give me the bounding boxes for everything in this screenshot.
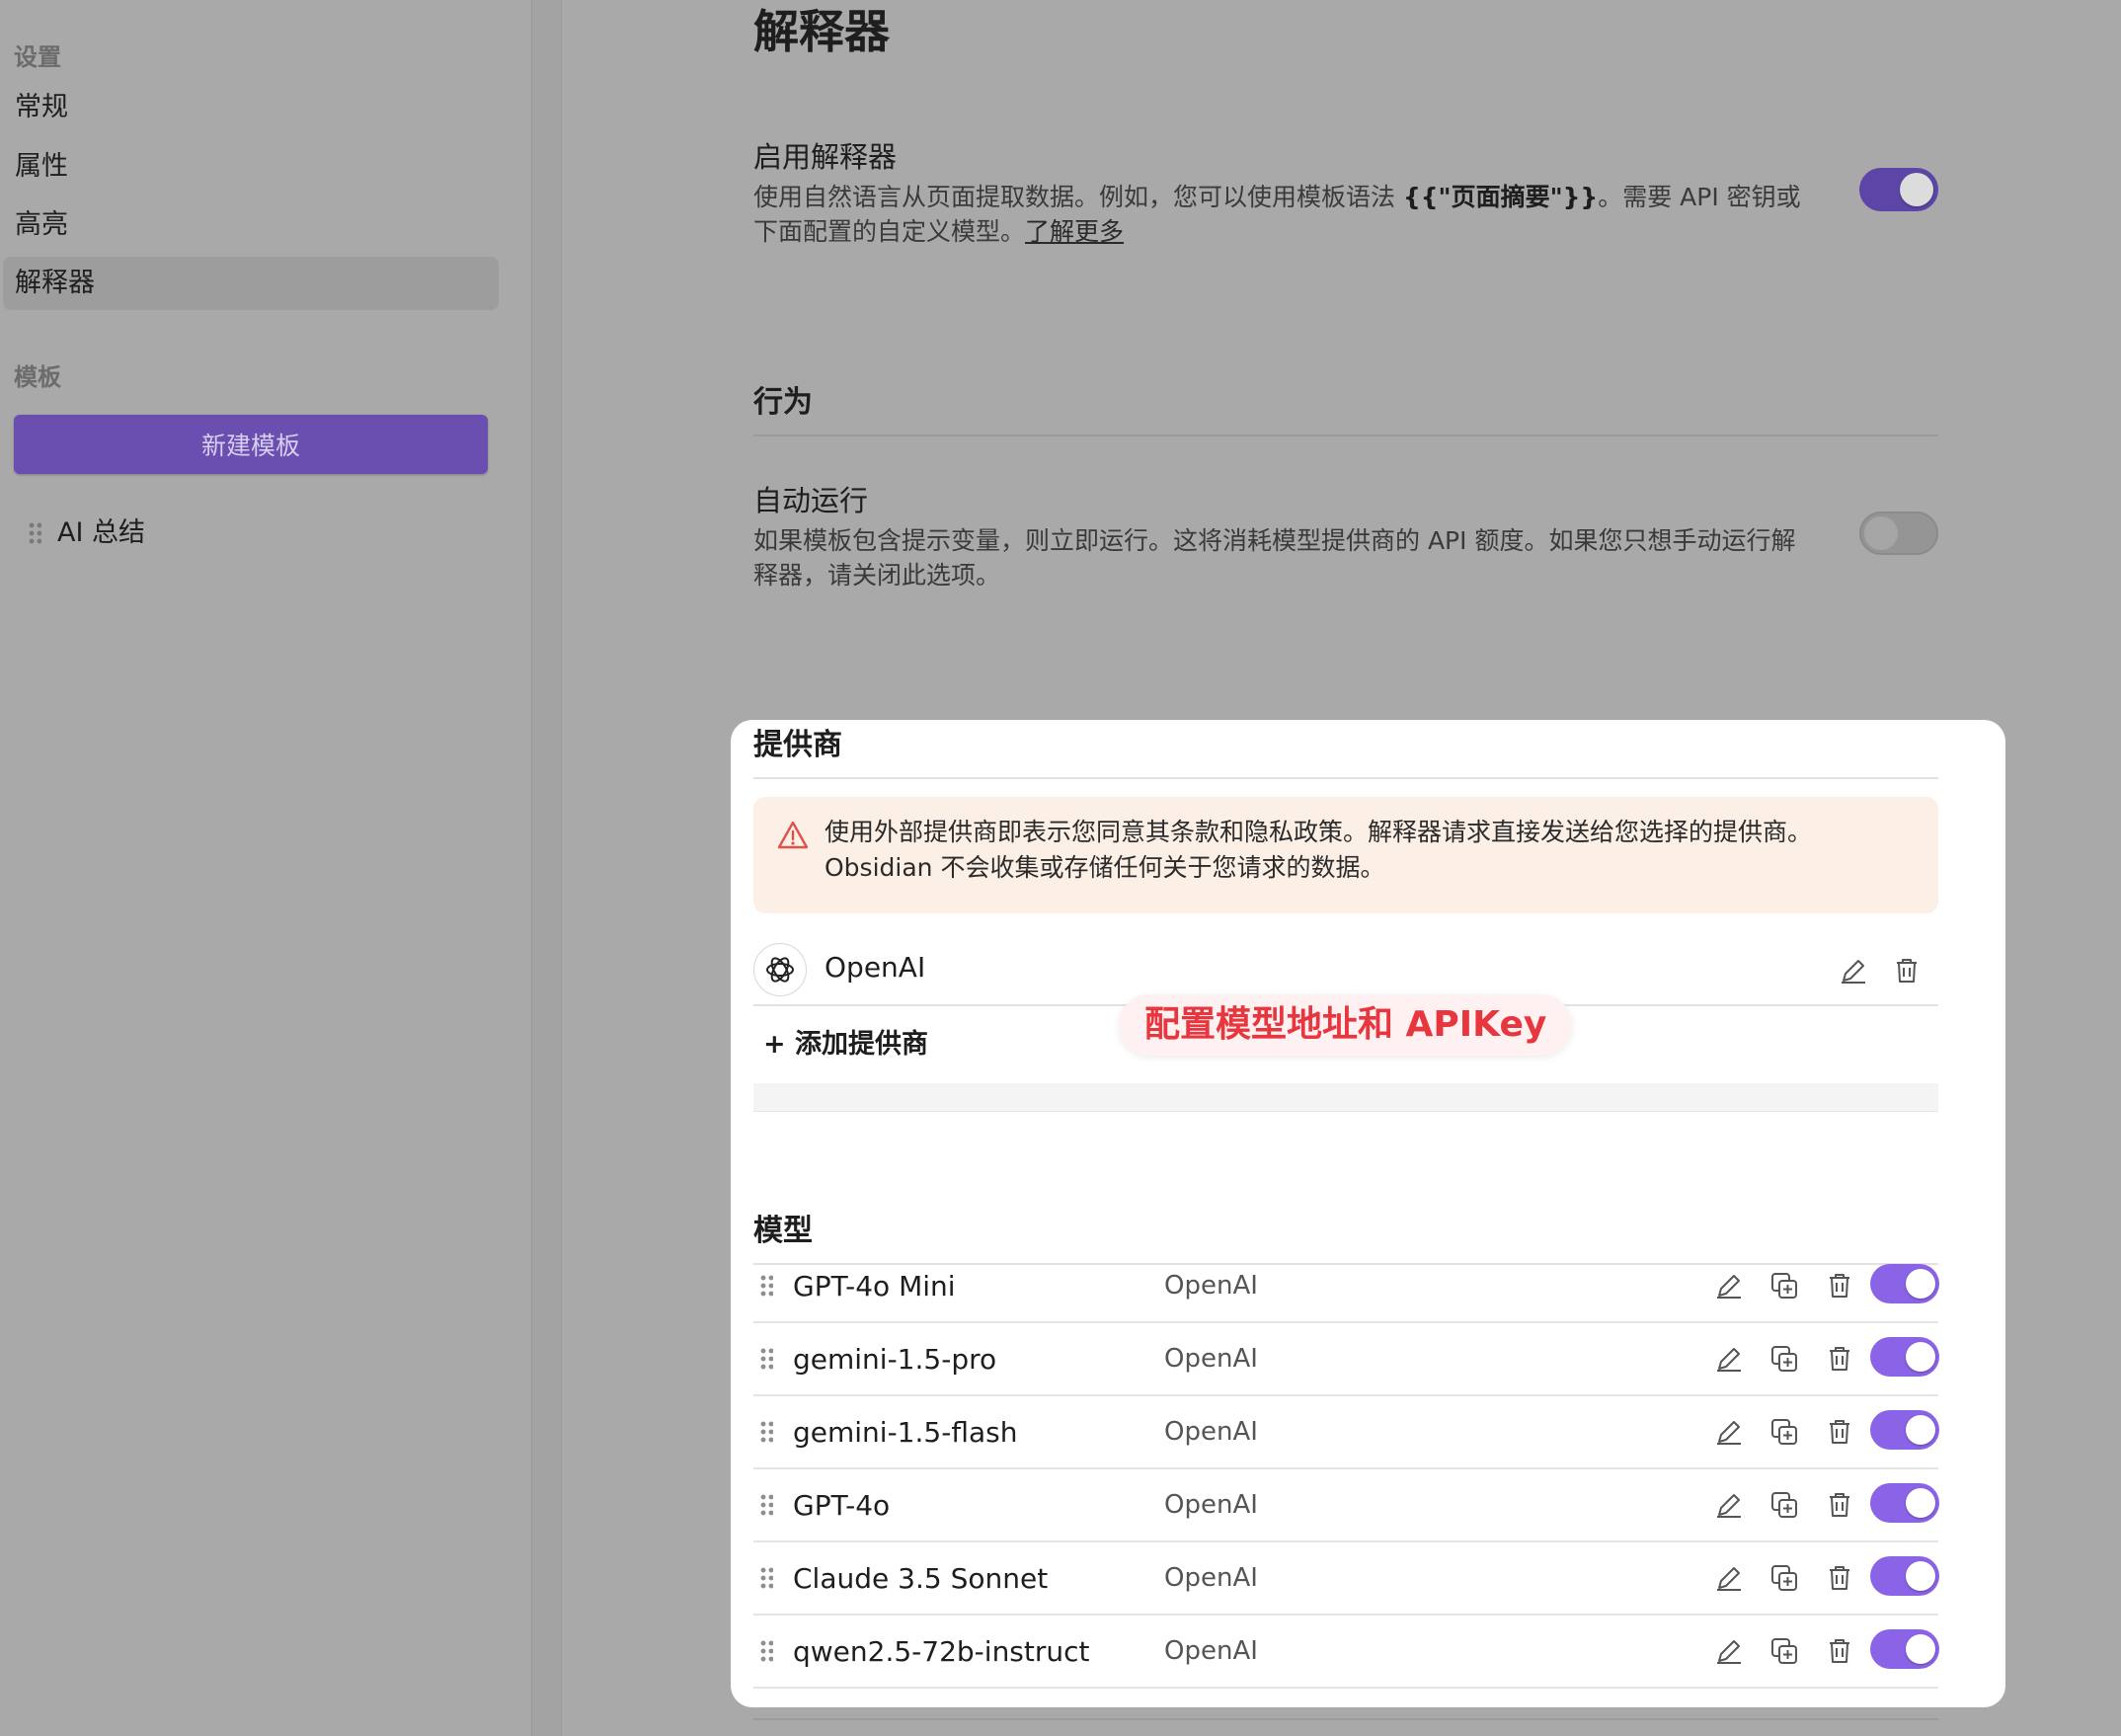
edit-pencil-icon[interactable] <box>1711 1341 1747 1377</box>
sidebar-divider[interactable] <box>531 0 562 1736</box>
trash-icon[interactable] <box>1822 1560 1857 1596</box>
enable-interpreter-toggle[interactable] <box>1859 168 1938 211</box>
warning-text: 使用外部提供商即表示您同意其条款和隐私政策。解释器请求直接发送给您选择的提供商。… <box>825 818 1813 882</box>
duplicate-icon[interactable] <box>1767 1487 1802 1523</box>
learn-more-link[interactable]: 了解更多 <box>1025 217 1124 246</box>
templates-heading: 模板 <box>14 363 61 391</box>
trash-icon[interactable] <box>1822 1268 1857 1303</box>
trash-icon[interactable] <box>1822 1341 1857 1377</box>
model-name: qwen2.5-72b-instruct <box>793 1635 1090 1668</box>
drag-handle-icon[interactable] <box>759 1274 773 1298</box>
duplicate-icon[interactable] <box>1767 1414 1802 1450</box>
auto-run-label: 自动运行 <box>753 484 869 517</box>
model-name: GPT-4o <box>793 1489 891 1522</box>
auto-run-description: 如果模板包含提示变量，则立即运行。这将消耗模型提供商的 API 额度。如果您只想… <box>753 526 1796 590</box>
providers-models-panel: 提供商 使用外部提供商即表示您同意其条款和隐私政策。解释器请求直接发送给您选择的… <box>731 720 2005 1707</box>
page-title: 解释器 <box>753 5 890 58</box>
trash-icon[interactable] <box>1889 953 1925 988</box>
desc-code: {{"页面摘要"}} <box>1402 183 1599 211</box>
duplicate-icon[interactable] <box>1767 1268 1802 1303</box>
model-enabled-toggle[interactable] <box>1870 1556 1939 1596</box>
providers-section-title: 提供商 <box>753 728 842 762</box>
sidebar-item-interpreter[interactable]: 解释器 <box>3 257 499 310</box>
drag-handle-icon[interactable] <box>759 1639 773 1663</box>
model-enabled-toggle[interactable] <box>1870 1337 1939 1377</box>
settings-sidebar: 设置 常规 属性 高亮 解释器 模板 新建模板 AI 总结 <box>0 0 531 1736</box>
toggle-knob <box>1906 1269 1935 1299</box>
model-name: gemini-1.5-flash <box>793 1416 1018 1449</box>
trash-icon[interactable] <box>1822 1633 1857 1669</box>
duplicate-icon[interactable] <box>1767 1560 1802 1596</box>
template-item[interactable]: AI 总结 <box>28 512 145 555</box>
model-name: gemini-1.5-pro <box>793 1343 997 1376</box>
toggle-knob <box>1864 516 1898 550</box>
behavior-section-title: 行为 <box>753 385 813 420</box>
drag-handle-icon[interactable] <box>759 1347 773 1371</box>
openai-logo-icon <box>753 943 807 996</box>
drag-handle-icon[interactable] <box>28 521 41 545</box>
settings-heading: 设置 <box>14 43 61 71</box>
toggle-knob <box>1906 1415 1935 1445</box>
provider-name: OpenAI <box>825 951 926 984</box>
model-row[interactable]: GPT-4o Mini OpenAI <box>753 1250 1939 1323</box>
edit-pencil-icon[interactable] <box>1711 1560 1747 1596</box>
enable-interpreter-description: 使用自然语言从页面提取数据。例如，您可以使用模板语法 {{"页面摘要"}}。需要… <box>753 180 1820 249</box>
provider-row[interactable]: OpenAI <box>753 939 1938 1002</box>
auto-run-toggle[interactable] <box>1859 512 1938 555</box>
edit-pencil-icon[interactable] <box>1836 953 1871 988</box>
desc-prefix: 使用自然语言从页面提取数据。例如，您可以使用模板语法 <box>753 183 1403 211</box>
model-provider: OpenAI <box>1164 1417 1258 1447</box>
enable-interpreter-label: 启用解释器 <box>753 140 898 174</box>
divider <box>753 434 1938 436</box>
model-row[interactable]: qwen2.5-72b-instruct OpenAI <box>753 1616 1939 1689</box>
model-provider: OpenAI <box>1164 1636 1258 1666</box>
add-provider-button[interactable]: + 添加提供商 <box>763 1022 928 1061</box>
trash-icon[interactable] <box>1822 1487 1857 1523</box>
warning-triangle-icon <box>777 821 809 854</box>
model-provider: OpenAI <box>1164 1271 1258 1301</box>
provider-warning-callout: 使用外部提供商即表示您同意其条款和隐私政策。解释器请求直接发送给您选择的提供商。… <box>753 797 1938 913</box>
trash-icon[interactable] <box>1822 1414 1857 1450</box>
model-enabled-toggle[interactable] <box>1870 1264 1939 1303</box>
model-row[interactable]: gemini-1.5-flash OpenAI <box>753 1396 1939 1469</box>
toggle-knob <box>1906 1634 1935 1664</box>
model-name: Claude 3.5 Sonnet <box>793 1562 1049 1595</box>
model-provider: OpenAI <box>1164 1490 1258 1520</box>
divider <box>753 1718 1938 1720</box>
edit-pencil-icon[interactable] <box>1711 1633 1747 1669</box>
toggle-knob <box>1906 1561 1935 1591</box>
model-row[interactable]: gemini-1.5-pro OpenAI <box>753 1323 1939 1396</box>
divider <box>753 777 1938 779</box>
model-enabled-toggle[interactable] <box>1870 1629 1939 1669</box>
toggle-knob <box>1906 1342 1935 1372</box>
model-provider: OpenAI <box>1164 1344 1258 1374</box>
edit-pencil-icon[interactable] <box>1711 1268 1747 1303</box>
model-row[interactable]: GPT-4o OpenAI <box>753 1469 1939 1542</box>
duplicate-icon[interactable] <box>1767 1633 1802 1669</box>
new-template-button[interactable]: 新建模板 <box>14 415 488 474</box>
template-label: AI 总结 <box>57 517 146 548</box>
sidebar-item-highlights[interactable]: 高亮 <box>3 198 499 252</box>
drag-handle-icon[interactable] <box>759 1566 773 1590</box>
models-section-title: 模型 <box>753 1214 813 1248</box>
drag-handle-icon[interactable] <box>759 1493 773 1517</box>
model-provider: OpenAI <box>1164 1563 1258 1593</box>
sidebar-item-general[interactable]: 常规 <box>3 81 499 134</box>
drag-handle-icon[interactable] <box>759 1420 773 1444</box>
toggle-knob <box>1900 173 1933 206</box>
edit-pencil-icon[interactable] <box>1711 1487 1747 1523</box>
providers-footer <box>753 1083 1938 1112</box>
model-name: GPT-4o Mini <box>793 1270 956 1302</box>
model-enabled-toggle[interactable] <box>1870 1483 1939 1523</box>
annotation-callout: 配置模型地址和 APIKey <box>1119 994 1573 1056</box>
toggle-knob <box>1906 1488 1935 1518</box>
model-enabled-toggle[interactable] <box>1870 1410 1939 1450</box>
edit-pencil-icon[interactable] <box>1711 1414 1747 1450</box>
model-row[interactable]: Claude 3.5 Sonnet OpenAI <box>753 1542 1939 1616</box>
sidebar-item-properties[interactable]: 属性 <box>3 140 499 194</box>
duplicate-icon[interactable] <box>1767 1341 1802 1377</box>
